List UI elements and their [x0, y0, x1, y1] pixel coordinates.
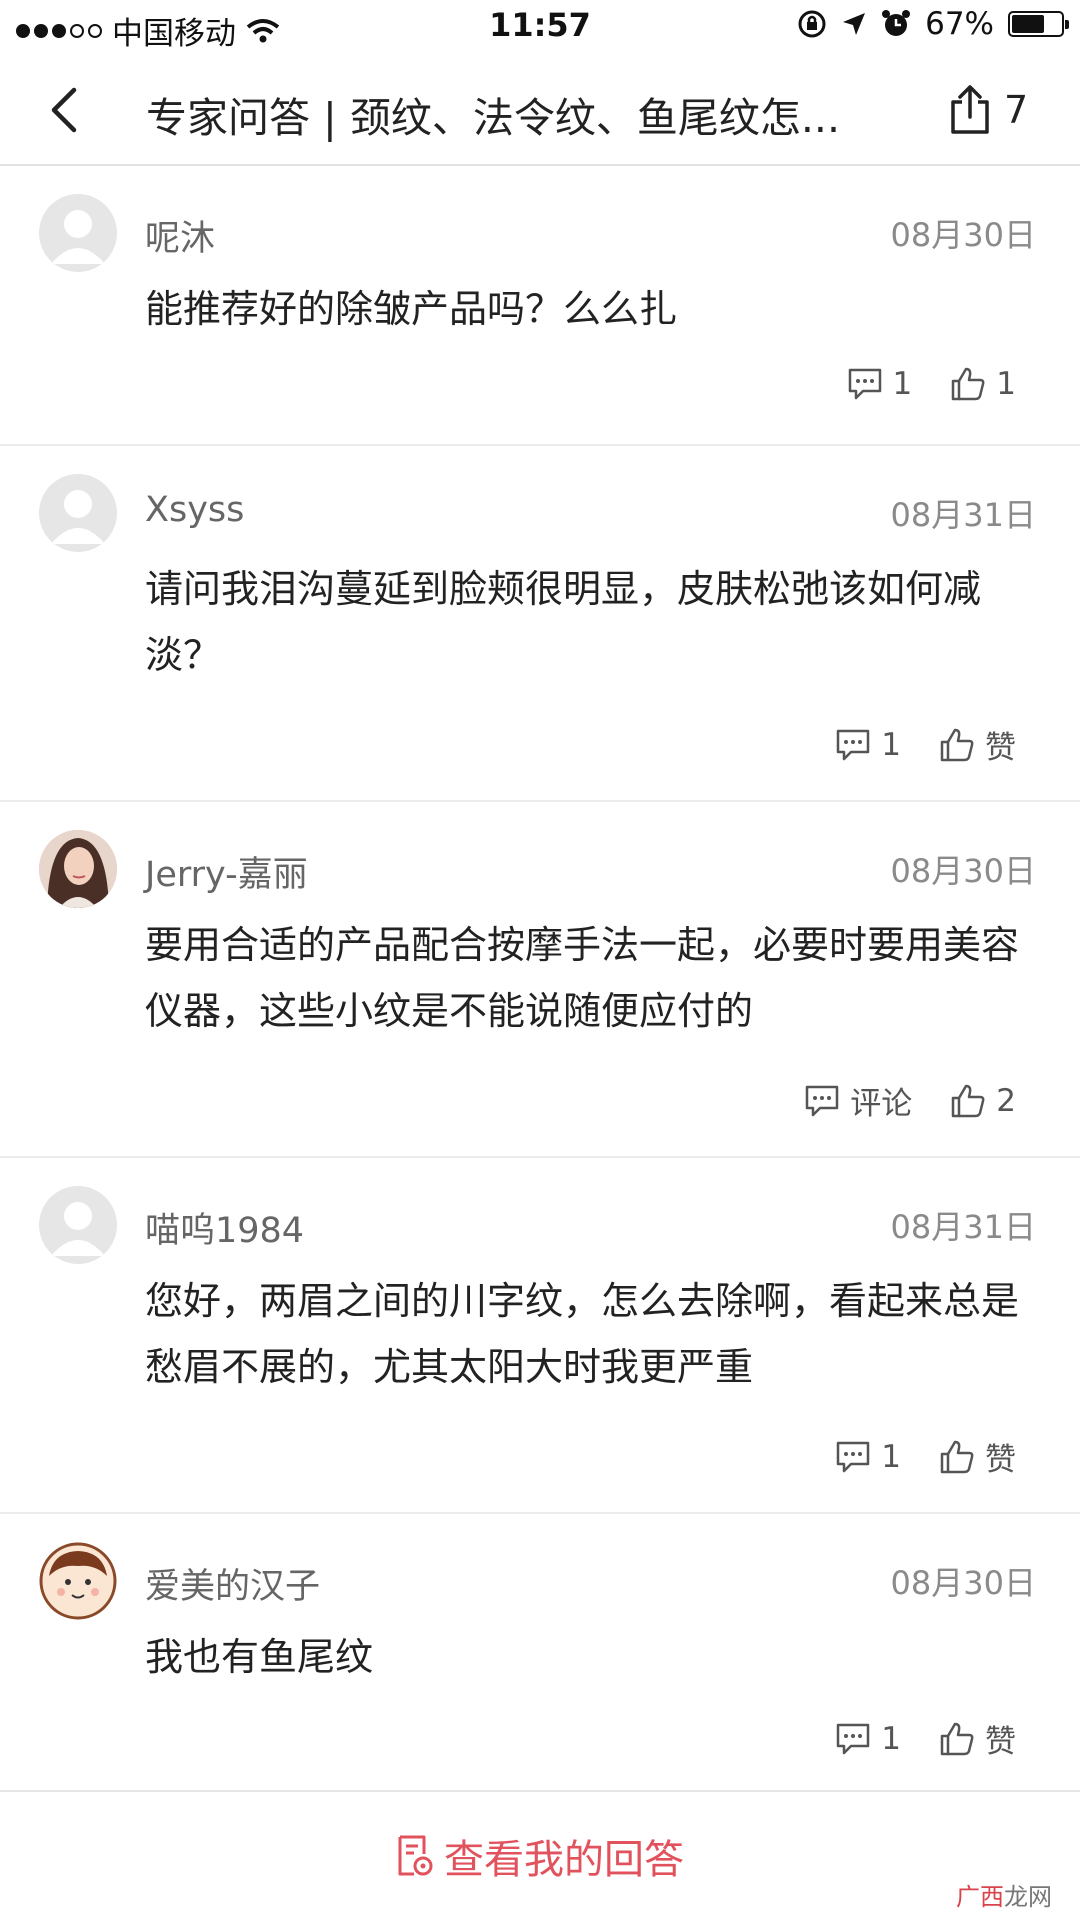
comment-date: 08月30日	[890, 1564, 1036, 1602]
like-button[interactable]: 赞	[939, 722, 1016, 767]
comment-text: 您好，两眉之间的川字纹，怎么去除啊，看起来总是愁眉不展的，尤其太阳大时我更严重	[145, 1279, 1020, 1389]
reply-count: 1	[892, 366, 913, 402]
thumbs-up-icon	[952, 367, 985, 401]
share-button[interactable]: 7	[948, 80, 1058, 140]
default-avatar[interactable]	[39, 194, 117, 272]
thumbs-up-icon	[940, 728, 974, 761]
cartoon-avatar[interactable]	[39, 1542, 117, 1620]
reply-button[interactable]: 评论	[804, 1078, 912, 1123]
share-count: 7	[1004, 88, 1029, 132]
comment-username[interactable]: Xsyss	[145, 490, 244, 530]
comment-actions: 1 赞	[835, 722, 1016, 767]
comment-bubble-icon	[837, 1441, 870, 1472]
comment-date: 08月31日	[890, 1208, 1036, 1246]
share-icon	[951, 85, 989, 134]
comment-date: 08月30日	[890, 852, 1036, 890]
back-button[interactable]	[40, 82, 90, 138]
comment-item: 呢沐 08月30日 能推荐好的除皱产品吗？么么扎 1 1	[0, 166, 1080, 446]
like-count: 1	[996, 366, 1016, 402]
default-avatar[interactable]	[39, 1186, 117, 1264]
nav-bar: 专家问答 | 颈纹、法令纹、鱼尾纹怎... 7	[0, 54, 1080, 166]
reply-count: 1	[881, 726, 901, 763]
status-right: 67%	[797, 6, 1069, 42]
comment-text: 我也有鱼尾纹	[145, 1635, 374, 1679]
comment-text: 请问我泪沟蔓延到脸颊很明显，皮肤松弛该如何减淡？	[145, 567, 982, 677]
status-bar: 中国移动 11:57 67%	[0, 0, 1080, 54]
like-button[interactable]: 2	[950, 1083, 1016, 1119]
default-avatar[interactable]	[39, 474, 117, 552]
photo-avatar[interactable]	[39, 830, 117, 908]
reply-count: 1	[881, 1438, 901, 1475]
like-count: 2	[996, 1082, 1016, 1119]
thumbs-up-icon	[952, 1084, 985, 1117]
reply-button[interactable]: 1	[835, 1439, 901, 1475]
comment-username[interactable]: 喵呜1984	[145, 1202, 304, 1253]
comment-date: 08月30日	[890, 216, 1036, 254]
comment-item: Xsyss 08月31日 请问我泪沟蔓延到脸颊很明显，皮肤松弛该如何减淡？ 1 …	[0, 446, 1080, 802]
rotation-lock-icon	[798, 10, 826, 38]
like-button[interactable]: 赞	[939, 1434, 1016, 1479]
answer-document-icon	[398, 1835, 433, 1876]
comment-actions: 1 赞	[835, 1434, 1016, 1479]
comment-date: 08月31日	[890, 496, 1036, 534]
reply-button[interactable]: 1	[835, 727, 901, 763]
comment-item: Jerry-嘉丽 08月30日 要用合适的产品配合按摩手法一起，必要时要用美容仪…	[0, 802, 1080, 1158]
view-my-answer-label: 查看我的回答	[444, 1837, 684, 1883]
watermark: 广西龙网	[956, 1877, 1052, 1912]
reply-button[interactable]: 1	[835, 1721, 901, 1757]
battery-icon	[1008, 11, 1069, 37]
view-my-answer-button[interactable]: 查看我的回答	[0, 1790, 1080, 1920]
thumbs-up-icon	[940, 1722, 974, 1755]
comment-username[interactable]: 呢沐	[145, 210, 215, 261]
comment-text: 能推荐好的除皱产品吗？么么扎	[145, 287, 678, 331]
alarm-icon	[882, 10, 911, 36]
comment-actions: 评论 2	[804, 1078, 1016, 1123]
comment-text: 要用合适的产品配合按摩手法一起，必要时要用美容仪器，这些小纹是不能说随便应付的	[145, 923, 1020, 1033]
comment-item: 喵呜1984 08月31日 您好，两眉之间的川字纹，怎么去除啊，看起来总是愁眉不…	[0, 1158, 1080, 1514]
comment-bubble-icon	[837, 729, 870, 760]
like-button[interactable]: 赞	[939, 1716, 1016, 1761]
comment-username[interactable]: Jerry-嘉丽	[145, 846, 308, 897]
reply-count: 评论	[850, 1086, 913, 1122]
watermark-part2: 龙网	[1004, 1883, 1052, 1911]
comment-actions: 1 赞	[835, 1716, 1016, 1761]
thumbs-up-icon	[940, 1440, 974, 1473]
page-title: 专家问答 | 颈纹、法令纹、鱼尾纹怎...	[146, 94, 840, 142]
reply-count: 1	[881, 1720, 901, 1757]
like-count: 赞	[985, 1442, 1016, 1478]
like-count: 赞	[985, 1724, 1016, 1760]
comment-list: 呢沐 08月30日 能推荐好的除皱产品吗？么么扎 1 1 Xsyss 08月31…	[0, 166, 1080, 1790]
comment-bubble-icon	[806, 1085, 839, 1116]
battery-percent: 67%	[925, 6, 994, 42]
watermark-part1: 广西	[956, 1883, 1004, 1911]
chevron-left-icon	[51, 87, 77, 133]
like-button[interactable]: 1	[950, 366, 1016, 402]
like-count: 赞	[985, 730, 1016, 766]
location-icon	[843, 13, 866, 35]
comment-actions: 1 1	[847, 366, 1016, 402]
comment-bubble-icon	[848, 368, 881, 400]
comment-item: 爱美的汉子 08月30日 我也有鱼尾纹 1 赞	[0, 1514, 1080, 1790]
reply-button[interactable]: 1	[847, 366, 913, 402]
comment-username[interactable]: 爱美的汉子	[145, 1558, 320, 1609]
comment-bubble-icon	[837, 1723, 870, 1754]
